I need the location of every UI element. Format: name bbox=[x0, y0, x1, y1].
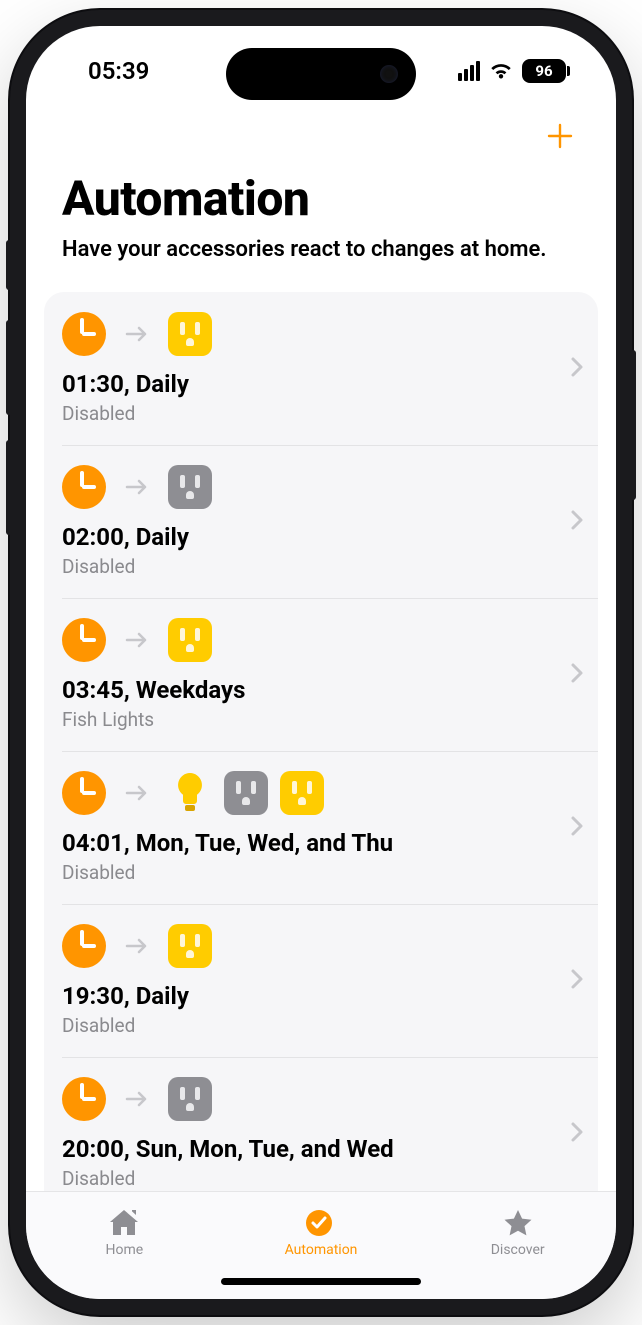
page-header: Automation Have your accessories react t… bbox=[26, 162, 616, 274]
automation-subtitle: Fish Lights bbox=[62, 708, 564, 731]
arrow-right-icon bbox=[124, 631, 150, 649]
status-time: 05:39 bbox=[88, 57, 149, 85]
automation-icons bbox=[62, 1077, 564, 1121]
outlet-icon bbox=[168, 312, 212, 356]
clock-check-icon bbox=[304, 1208, 338, 1238]
arrow-right-icon bbox=[124, 937, 150, 955]
automation-row[interactable]: 03:45, Weekdays Fish Lights bbox=[44, 598, 598, 751]
outlet-icon bbox=[280, 771, 324, 815]
nav-bar bbox=[26, 116, 616, 162]
automation-subtitle: Disabled bbox=[62, 1014, 564, 1037]
automation-row[interactable]: 02:00, Daily Disabled bbox=[44, 445, 598, 598]
home-indicator[interactable] bbox=[221, 1278, 421, 1285]
automation-subtitle: Disabled bbox=[62, 555, 564, 578]
clock-icon bbox=[62, 618, 106, 662]
outlet-icon bbox=[168, 618, 212, 662]
star-icon bbox=[501, 1208, 535, 1238]
chevron-right-icon bbox=[564, 968, 584, 994]
tab-home[interactable]: Home bbox=[26, 1192, 223, 1273]
clock-icon bbox=[62, 771, 106, 815]
outlet-icon bbox=[168, 924, 212, 968]
automation-title: 19:30, Daily bbox=[62, 982, 564, 1010]
automation-row-main: 04:01, Mon, Tue, Wed, and Thu Disabled bbox=[62, 771, 564, 884]
automation-icons bbox=[62, 924, 564, 968]
tab-label: Automation bbox=[285, 1242, 358, 1258]
chevron-right-icon bbox=[564, 356, 584, 382]
page-title: Automation bbox=[62, 170, 580, 227]
outlet-icon bbox=[168, 465, 212, 509]
automation-title: 01:30, Daily bbox=[62, 370, 564, 398]
tab-label: Home bbox=[105, 1242, 143, 1258]
automation-icons bbox=[62, 312, 564, 356]
automation-row-main: 01:30, Daily Disabled bbox=[62, 312, 564, 425]
outlet-icon bbox=[224, 771, 268, 815]
arrow-right-icon bbox=[124, 325, 150, 343]
clock-icon bbox=[62, 312, 106, 356]
wifi-icon bbox=[488, 61, 514, 81]
page-subtitle: Have your accessories react to changes a… bbox=[62, 237, 580, 262]
automation-row[interactable]: 19:30, Daily Disabled bbox=[44, 904, 598, 1057]
battery-icon: 96 bbox=[522, 59, 566, 83]
bulb-icon bbox=[168, 771, 212, 815]
automation-subtitle: Disabled bbox=[62, 861, 564, 884]
cellular-icon bbox=[458, 61, 480, 81]
house-icon bbox=[107, 1208, 141, 1238]
clock-icon bbox=[62, 1077, 106, 1121]
battery-level: 96 bbox=[535, 62, 552, 80]
automation-icons bbox=[62, 618, 564, 662]
automation-title: 03:45, Weekdays bbox=[62, 676, 564, 704]
automation-title: 02:00, Daily bbox=[62, 523, 564, 551]
power-button bbox=[630, 350, 636, 500]
device-frame: 05:39 96 Automation Have your acc bbox=[10, 10, 632, 1315]
volume-up bbox=[6, 320, 12, 415]
automation-list: 01:30, Daily Disabled 02:00, Daily Disabled… bbox=[44, 292, 598, 1191]
clock-icon bbox=[62, 465, 106, 509]
outlet-icon bbox=[168, 1077, 212, 1121]
silence-switch bbox=[6, 240, 12, 290]
tab-label: Discover bbox=[491, 1242, 545, 1258]
automation-row-main: 02:00, Daily Disabled bbox=[62, 465, 564, 578]
chevron-right-icon bbox=[564, 1121, 584, 1147]
tab-automation[interactable]: Automation bbox=[223, 1192, 420, 1273]
tab-discover[interactable]: Discover bbox=[419, 1192, 616, 1273]
automation-row[interactable]: 01:30, Daily Disabled bbox=[44, 292, 598, 445]
automation-row[interactable]: 20:00, Sun, Mon, Tue, and Wed Disabled bbox=[44, 1057, 598, 1191]
content-scroll[interactable]: 01:30, Daily Disabled 02:00, Daily Disabled… bbox=[26, 274, 616, 1191]
automation-icons bbox=[62, 771, 564, 815]
automation-row-main: 03:45, Weekdays Fish Lights bbox=[62, 618, 564, 731]
automation-icons bbox=[62, 465, 564, 509]
chevron-right-icon bbox=[564, 662, 584, 688]
dynamic-island bbox=[226, 48, 416, 100]
automation-subtitle: Disabled bbox=[62, 402, 564, 425]
automation-title: 20:00, Sun, Mon, Tue, and Wed bbox=[62, 1135, 564, 1163]
arrow-right-icon bbox=[124, 478, 150, 496]
arrow-right-icon bbox=[124, 784, 150, 802]
automation-row[interactable]: 04:01, Mon, Tue, Wed, and Thu Disabled bbox=[44, 751, 598, 904]
automation-row-main: 19:30, Daily Disabled bbox=[62, 924, 564, 1037]
automation-row-main: 20:00, Sun, Mon, Tue, and Wed Disabled bbox=[62, 1077, 564, 1190]
screen: 05:39 96 Automation Have your acc bbox=[26, 26, 616, 1299]
add-automation-button[interactable] bbox=[540, 116, 580, 156]
clock-icon bbox=[62, 924, 106, 968]
chevron-right-icon bbox=[564, 509, 584, 535]
volume-down bbox=[6, 440, 12, 535]
automation-subtitle: Disabled bbox=[62, 1167, 564, 1190]
automation-title: 04:01, Mon, Tue, Wed, and Thu bbox=[62, 829, 564, 857]
chevron-right-icon bbox=[564, 815, 584, 841]
arrow-right-icon bbox=[124, 1090, 150, 1108]
